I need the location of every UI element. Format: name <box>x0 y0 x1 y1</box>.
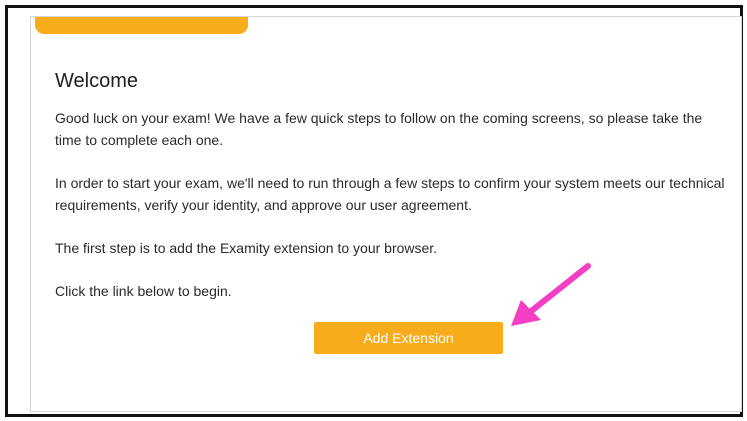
progress-bar <box>35 17 248 34</box>
first-step-paragraph: The first step is to add the Examity ext… <box>55 240 438 256</box>
welcome-card: Welcome Good luck on your exam! We have … <box>30 16 742 412</box>
page-title: Welcome <box>55 70 138 92</box>
screenshot-frame: Welcome Good luck on your exam! We have … <box>5 5 743 417</box>
instruction-paragraph: Click the link below to begin. <box>55 283 232 299</box>
intro-paragraph: Good luck on your exam! We have a few qu… <box>55 110 703 148</box>
add-extension-button[interactable]: Add Extension <box>314 322 503 354</box>
requirements-paragraph: In order to start your exam, we'll need … <box>55 175 725 213</box>
